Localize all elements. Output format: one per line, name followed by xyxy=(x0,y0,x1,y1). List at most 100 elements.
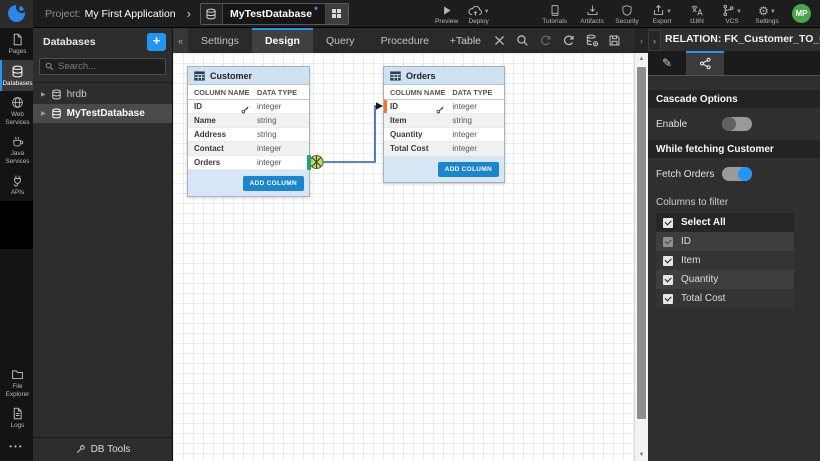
tutorials-button[interactable]: Tutorials xyxy=(539,3,571,25)
scroll-down-icon[interactable]: ▼ xyxy=(635,452,648,458)
project-name: My First Application xyxy=(85,8,176,20)
table-row[interactable]: Itemstring xyxy=(384,114,504,128)
table-row[interactable]: Total Costinteger xyxy=(384,142,504,156)
filter-row-id[interactable]: ID xyxy=(656,232,794,251)
top-bar: Project:My First Application › MyTestDat… xyxy=(0,0,820,28)
filter-row-total-cost[interactable]: Total Cost xyxy=(656,289,794,308)
rail-more-menu[interactable]: ••• xyxy=(0,434,33,461)
collapse-panel-button[interactable]: « xyxy=(173,28,188,53)
user-avatar[interactable]: MP xyxy=(792,4,811,23)
db-tools-button[interactable]: DB Tools xyxy=(33,437,172,461)
settings-button[interactable]: ⚙▼ Settings xyxy=(751,3,783,25)
relation-properties-panel: › RELATION: FK_Customer_TO_Orders_O... ✎… xyxy=(648,28,820,461)
save-icon[interactable] xyxy=(608,34,621,47)
vcs-button[interactable]: ▼ VCS xyxy=(716,3,748,25)
database-icon xyxy=(51,108,62,119)
export-button[interactable]: ▼ Export xyxy=(646,3,678,25)
tab-relation-options[interactable] xyxy=(686,51,724,75)
database-tree: ▶ hrdb ▶ MyTestDatabase xyxy=(33,82,172,123)
panel-title: Databases xyxy=(43,36,147,48)
rail-item-file-explorer[interactable]: File Explorer xyxy=(0,363,33,402)
project-breadcrumb[interactable]: Project: My First Application xyxy=(45,8,176,20)
tab-edit-relation[interactable]: ✎ xyxy=(648,51,686,75)
delete-icon[interactable] xyxy=(493,34,506,47)
checkbox-checked[interactable] xyxy=(663,218,673,228)
studio-app: Project: My First Application › MyTestDat… xyxy=(0,0,820,461)
add-database-button[interactable]: + xyxy=(147,33,166,51)
cascade-options-header: Cascade Options xyxy=(648,90,820,108)
rail-item-web-services[interactable]: Web Services xyxy=(0,91,33,130)
rail-item-databases[interactable]: Databases xyxy=(0,60,33,92)
expand-right-panel-button[interactable]: › xyxy=(635,28,648,53)
open-database-tab[interactable]: MyTestDatabase* xyxy=(200,3,349,25)
expand-caret-icon[interactable]: ▶ xyxy=(41,91,46,98)
chevron-down-icon: ▼ xyxy=(770,9,776,17)
relation-share-icon xyxy=(699,57,712,70)
rail-item-java-services[interactable]: Java Services xyxy=(0,130,33,169)
database-icon xyxy=(11,65,24,78)
db-tools-icon xyxy=(75,444,86,455)
column-header-row: COLUMN NAMEDATA TYPE xyxy=(188,85,309,100)
tab-grid-icon[interactable] xyxy=(325,4,348,24)
enable-toggle[interactable] xyxy=(722,117,752,131)
checkbox-checked[interactable] xyxy=(663,275,673,285)
checkbox-checked[interactable] xyxy=(663,294,673,304)
tab-settings[interactable]: Settings xyxy=(188,28,252,53)
preview-button[interactable]: Preview xyxy=(431,3,463,25)
search-placeholder: Search... xyxy=(58,61,96,72)
tab-design[interactable]: Design xyxy=(252,28,313,53)
table-row[interactable]: Contactinteger xyxy=(188,142,309,156)
scroll-up-icon[interactable]: ▲ xyxy=(635,56,648,62)
rail-item-logs[interactable]: Logs xyxy=(0,402,33,434)
chevron-down-icon: ▼ xyxy=(736,9,742,17)
databases-panel: Databases + Search... ▶ hrdb ▶ MyTestDat… xyxy=(33,28,173,461)
undo-refresh-icon[interactable] xyxy=(539,34,552,47)
filter-row-item[interactable]: Item xyxy=(656,251,794,270)
branch-icon xyxy=(722,4,735,17)
table-header[interactable]: Customer xyxy=(188,67,309,85)
scrollbar-thumb[interactable] xyxy=(637,67,646,419)
filter-row-select-all[interactable]: Select All xyxy=(656,213,794,232)
panel-collapse-button[interactable]: › xyxy=(648,30,661,51)
filter-row-quantity[interactable]: Quantity xyxy=(656,270,794,289)
rail-item-apis[interactable]: APIs xyxy=(0,169,33,201)
security-button[interactable]: Security xyxy=(611,3,643,25)
fetch-orders-label: Fetch Orders xyxy=(656,169,722,180)
canvas-vertical-scrollbar[interactable]: ▲ ▼ xyxy=(634,53,648,461)
download-tray-icon xyxy=(586,3,599,17)
brand-logo-icon[interactable] xyxy=(0,0,33,28)
table-header[interactable]: Orders xyxy=(384,67,504,85)
expand-caret-icon[interactable]: ▶ xyxy=(41,110,46,117)
table-row[interactable]: Addressstring xyxy=(188,128,309,142)
tree-item-mytestdatabase[interactable]: ▶ MyTestDatabase xyxy=(33,104,172,123)
table-card-customer[interactable]: Customer COLUMN NAMEDATA TYPE ID integer… xyxy=(187,66,310,197)
artifacts-button[interactable]: Artifacts xyxy=(576,3,608,25)
add-table-button[interactable]: +Table xyxy=(450,35,481,47)
table-row[interactable]: ID integer xyxy=(188,100,309,114)
table-row[interactable]: Quantityinteger xyxy=(384,128,504,142)
table-card-orders[interactable]: Orders COLUMN NAMEDATA TYPE ID integer I… xyxy=(383,66,505,183)
refresh-icon[interactable] xyxy=(562,34,575,47)
project-label: Project: xyxy=(45,8,81,20)
add-column-button[interactable]: ADD COLUMN xyxy=(438,162,499,177)
er-diagram-canvas[interactable]: Customer COLUMN NAMEDATA TYPE ID integer… xyxy=(173,53,648,461)
add-column-button[interactable]: ADD COLUMN xyxy=(243,176,304,191)
table-row[interactable]: Namestring xyxy=(188,114,309,128)
sync-database-icon[interactable] xyxy=(585,34,598,47)
tab-procedure[interactable]: Procedure xyxy=(368,28,442,53)
deploy-button[interactable]: ▼ Deploy xyxy=(463,3,495,25)
fetch-orders-toggle[interactable] xyxy=(722,167,752,181)
left-rail: Pages Databases Web Services Java Servic… xyxy=(0,28,33,461)
primary-key-icon xyxy=(241,105,250,114)
rail-item-pages[interactable]: Pages xyxy=(0,28,33,60)
pencil-icon: ✎ xyxy=(662,56,672,70)
search-input[interactable]: Search... xyxy=(39,58,166,75)
tree-item-hrdb[interactable]: ▶ hrdb xyxy=(33,85,172,104)
i18n-button[interactable]: I18N xyxy=(681,3,713,25)
table-row-relation-target[interactable]: ID integer xyxy=(384,100,504,114)
table-row-relation-source[interactable]: Ordersinteger xyxy=(188,156,309,170)
zoom-search-icon[interactable] xyxy=(516,34,529,47)
coffee-icon xyxy=(11,135,24,148)
tab-query[interactable]: Query xyxy=(313,28,368,53)
checkbox-checked[interactable] xyxy=(663,256,673,266)
